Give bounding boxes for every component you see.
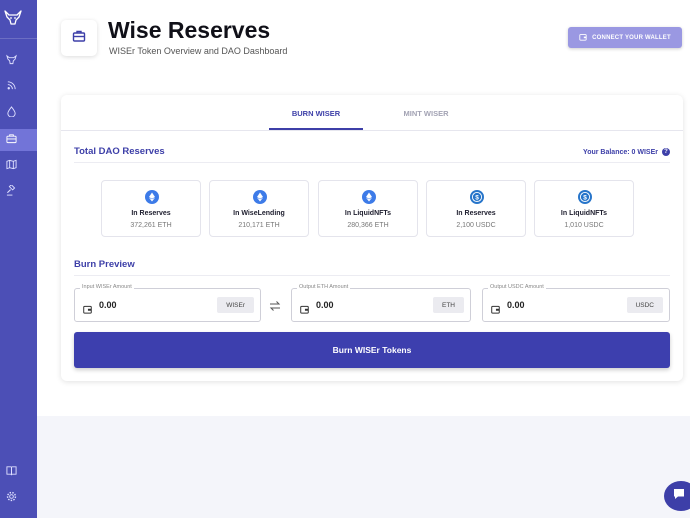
reserve-value: 280,366 ETH bbox=[347, 222, 389, 229]
reserve-card-usdc-reserves: $ In Reserves 2,100 USDC bbox=[426, 180, 526, 237]
reserve-label: In Reserves bbox=[131, 210, 171, 217]
section-divider bbox=[74, 275, 670, 276]
reserve-label: In LiquidNFTs bbox=[560, 210, 608, 217]
balance-text: Your Balance: 0 WISEr bbox=[583, 148, 658, 156]
wallet-icon bbox=[491, 301, 500, 314]
wallet-balance: Your Balance: 0 WISEr ? bbox=[583, 148, 670, 156]
sidebar-item-bull[interactable] bbox=[0, 50, 37, 72]
chat-support-button[interactable] bbox=[664, 481, 690, 511]
connect-wallet-label: CONNECT YOUR WALLET bbox=[592, 34, 671, 41]
field-value[interactable]: 0.00 bbox=[99, 300, 117, 310]
section-divider bbox=[74, 162, 670, 163]
chat-icon bbox=[672, 487, 686, 506]
reserves-card: BURN WISER MINT WISER Total DAO Reserves… bbox=[61, 95, 683, 381]
swap-arrows-icon[interactable] bbox=[269, 299, 281, 311]
briefcase-icon bbox=[6, 131, 17, 149]
reserves-section-title: Total DAO Reserves bbox=[74, 146, 165, 157]
sidebar-item-docs[interactable] bbox=[0, 461, 37, 483]
book-icon bbox=[6, 463, 17, 481]
eth-icon bbox=[253, 190, 267, 204]
sidebar-item-gavel[interactable] bbox=[0, 181, 37, 203]
help-icon[interactable]: ? bbox=[662, 148, 670, 156]
connect-wallet-button[interactable]: CONNECT YOUR WALLET bbox=[568, 27, 682, 48]
wallet-icon bbox=[300, 301, 309, 314]
eth-icon bbox=[145, 190, 159, 204]
field-value[interactable]: 0.00 bbox=[507, 300, 525, 310]
unit-chip: ETH bbox=[433, 297, 464, 313]
eth-icon bbox=[362, 190, 376, 204]
sidebar-item-droplet[interactable] bbox=[0, 102, 37, 124]
signal-icon bbox=[6, 78, 17, 96]
reserve-value: 2,100 USDC bbox=[456, 222, 496, 229]
wallet-icon bbox=[579, 33, 587, 43]
gear-icon bbox=[6, 489, 17, 507]
tab-mint-wiser[interactable]: MINT WISER bbox=[379, 109, 473, 118]
burn-preview-title: Burn Preview bbox=[74, 259, 135, 270]
output-eth-amount-field[interactable]: Output ETH Amount 0.00 ETH bbox=[291, 284, 471, 322]
reserve-card-usdc-liquidnfts: $ In LiquidNFTs 1,010 USDC bbox=[534, 180, 634, 237]
output-usdc-amount-field[interactable]: Output USDC Amount 0.00 USDC bbox=[482, 284, 670, 322]
reserve-card-eth-wiselending: In WiseLending 210,171 ETH bbox=[209, 180, 309, 237]
field-legend: Output ETH Amount bbox=[297, 284, 351, 290]
bull-icon bbox=[6, 52, 17, 70]
burn-wiser-button[interactable]: Burn WISEr Tokens bbox=[74, 332, 670, 368]
unit-chip: WISEr bbox=[217, 297, 254, 313]
tab-burn-wiser[interactable]: BURN WISER bbox=[269, 109, 363, 118]
sidebar-divider bbox=[0, 38, 37, 39]
sidebar-item-map[interactable] bbox=[0, 155, 37, 177]
sidebar-item-settings[interactable] bbox=[0, 487, 37, 509]
svg-text:$: $ bbox=[475, 194, 479, 201]
unit-chip: USDC bbox=[626, 297, 663, 313]
page-title-icon-box bbox=[61, 20, 97, 56]
reserve-card-eth-reserves: In Reserves 372,261 ETH bbox=[101, 180, 201, 237]
page-title: Wise Reserves bbox=[108, 17, 271, 43]
reserve-value: 1,010 USDC bbox=[564, 222, 604, 229]
reserve-label: In LiquidNFTs bbox=[344, 210, 392, 217]
gavel-icon bbox=[6, 183, 17, 201]
sidebar-item-signal[interactable] bbox=[0, 76, 37, 98]
map-icon bbox=[6, 157, 17, 175]
active-tab-indicator bbox=[269, 128, 363, 130]
field-legend: Output USDC Amount bbox=[488, 284, 546, 290]
sidebar bbox=[0, 0, 37, 518]
svg-text:$: $ bbox=[583, 194, 587, 201]
wallet-icon bbox=[83, 301, 92, 314]
usdc-icon: $ bbox=[578, 190, 592, 204]
reserve-label: In WiseLending bbox=[233, 210, 285, 217]
field-value[interactable]: 0.00 bbox=[316, 300, 334, 310]
reserve-card-eth-liquidnfts: In LiquidNFTs 280,366 ETH bbox=[318, 180, 418, 237]
page-subtitle: WISEr Token Overview and DAO Dashboard bbox=[109, 46, 288, 56]
droplet-icon bbox=[6, 104, 17, 122]
reserve-label: In Reserves bbox=[456, 210, 496, 217]
main-content: Wise Reserves WISEr Token Overview and D… bbox=[37, 0, 690, 518]
bull-logo-icon[interactable] bbox=[3, 8, 23, 28]
briefcase-icon bbox=[72, 29, 86, 48]
sidebar-item-reserves[interactable] bbox=[0, 129, 37, 151]
field-legend: Input WISEr Amount bbox=[80, 284, 134, 290]
reserve-value: 210,171 ETH bbox=[238, 222, 280, 229]
usdc-icon: $ bbox=[470, 190, 484, 204]
reserve-value: 372,261 ETH bbox=[130, 222, 172, 229]
input-wiser-amount-field[interactable]: Input WISEr Amount 0.00 WISEr bbox=[74, 284, 261, 322]
tab-bar: BURN WISER MINT WISER bbox=[61, 95, 683, 131]
